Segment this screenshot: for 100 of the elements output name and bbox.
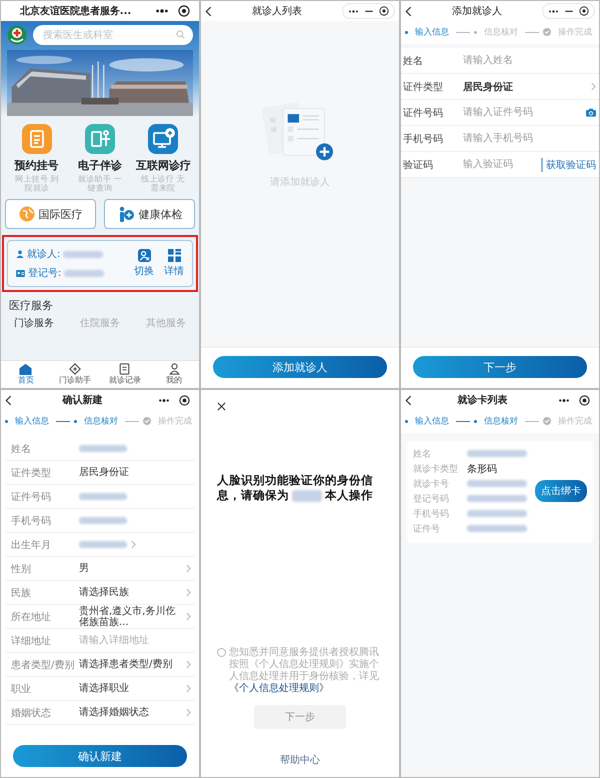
input-field[interactable]: 请输入手机号码: [463, 133, 596, 144]
field-label: 婚姻状态: [11, 706, 52, 720]
field-value: 条形码: [467, 462, 497, 476]
input-field[interactable]: 输入验证码: [463, 159, 537, 170]
consent-text: 您知悉并同意服务提供者授权腾讯按照《个人信息处理规则》实施个人信息处理并用于身份核验，详见 《个人信息处理规则》: [229, 647, 380, 695]
patient-card[interactable]: 就诊人: 登记号: 切换 详情: [7, 240, 193, 287]
logo-icon: [7, 25, 27, 45]
field-value[interactable]: 请选择民族: [79, 587, 182, 598]
tab-bar-item[interactable]: 我的: [150, 361, 199, 388]
user-icon: [16, 250, 24, 258]
service-title[interactable]: 预约挂号: [14, 158, 59, 173]
field-label: 手机号码: [413, 508, 450, 520]
patient-action[interactable]: 详情: [164, 249, 184, 278]
step-label: 输入信息: [415, 26, 449, 38]
tab-bar-item[interactable]: 首页: [1, 361, 50, 388]
field-label: 就诊人:: [27, 248, 60, 261]
field-value[interactable]: 请选择婚姻状态: [79, 707, 182, 718]
screen-title: 确认新建: [61, 393, 104, 407]
globe-icon: [18, 206, 34, 222]
step-label: 信息核对: [84, 416, 118, 427]
target-icon[interactable]: [179, 394, 190, 406]
patient-action[interactable]: 切换: [134, 249, 154, 278]
minimize-icon[interactable]: [365, 10, 373, 12]
person-swap-icon: [138, 249, 150, 262]
screen-title: 就诊卡列表: [456, 394, 508, 407]
help-center-link[interactable]: 帮助中心: [280, 753, 320, 767]
target-icon[interactable]: [379, 6, 389, 16]
tab-bar-item[interactable]: 门诊助手: [50, 361, 100, 388]
target-icon[interactable]: [579, 394, 590, 406]
field-label: 患者类型/费别: [11, 658, 75, 672]
field-label: 出生年月: [11, 538, 52, 552]
more-icon[interactable]: [548, 8, 559, 14]
field-label: 证件号: [413, 523, 441, 535]
step-label: 操作完成: [558, 26, 592, 38]
service-tab[interactable]: 门诊服务: [14, 315, 54, 331]
more-icon[interactable]: [348, 8, 359, 14]
field-label: 姓名: [403, 54, 424, 68]
input-field[interactable]: 请输入姓名: [463, 55, 596, 66]
minimize-icon[interactable]: [565, 10, 573, 12]
step-label: 输入信息: [15, 416, 49, 427]
section-title: 医疗服务: [8, 298, 54, 314]
field-label: 性别: [11, 562, 32, 576]
grid-icon: [168, 249, 180, 262]
id-card-icon: [16, 270, 25, 276]
close-icon[interactable]: [217, 402, 226, 411]
field-value[interactable]: 请选择患者类型/费别: [79, 659, 182, 670]
more-icon[interactable]: [158, 398, 170, 402]
person-icon: [168, 363, 180, 375]
add-patient-button[interactable]: 添加就诊人: [213, 356, 387, 378]
more-icon[interactable]: [558, 398, 570, 402]
step-label: 操作完成: [158, 415, 192, 427]
screen-title: 北京友谊医院患者服务...: [18, 4, 132, 18]
tab-bar-item[interactable]: 就诊记录: [100, 361, 150, 388]
field-label: 证件类型: [403, 80, 444, 94]
field-label: 证件号码: [11, 490, 52, 504]
get-code-link[interactable]: 获取验证码: [541, 158, 596, 172]
redacted-name: [292, 490, 322, 502]
step-label: 输入信息: [415, 416, 449, 427]
field-label: 所在地址: [11, 610, 52, 624]
field-label: 姓名: [11, 442, 32, 456]
rules-link[interactable]: 《个人信息处理规则》: [229, 683, 329, 694]
field-label: 登记号:: [28, 267, 62, 280]
back-icon[interactable]: [205, 6, 212, 16]
field-value: 居民身份证: [79, 467, 130, 478]
field-label: 登记号码: [413, 493, 450, 505]
select-field[interactable]: 居民身份证: [463, 80, 587, 94]
service-title[interactable]: 电子伴诊: [78, 158, 122, 173]
confirm-button[interactable]: 确认新建: [13, 745, 187, 767]
search-field[interactable]: 搜索医生或科室: [33, 25, 193, 45]
target-icon[interactable]: [178, 5, 190, 17]
screen-title: 添加就诊人: [451, 4, 503, 18]
step-label: 信息核对: [484, 416, 518, 427]
consent-radio[interactable]: [217, 648, 226, 657]
bind-card-button[interactable]: 点击绑卡: [535, 480, 587, 502]
back-icon[interactable]: [5, 394, 12, 406]
field-label: 手机号码: [11, 514, 52, 528]
feature-button[interactable]: 国际医疗: [5, 199, 96, 229]
field-value[interactable]: 请选择职业: [79, 683, 182, 694]
verify-heading: 人脸识别功能验证你的身份信息，请确保为 本人操作: [217, 473, 374, 503]
camera-icon[interactable]: [586, 108, 596, 117]
home-icon: [19, 364, 32, 374]
field-value[interactable]: 贵州省,遵义市,务川仡佬族苗族...: [79, 606, 182, 628]
field-value[interactable]: 男: [79, 563, 182, 574]
next-button[interactable]: 下一步: [413, 356, 587, 378]
monitor-icon[interactable]: [148, 124, 178, 154]
field-label: 验证码: [403, 158, 434, 172]
screen-title: 就诊人列表: [251, 4, 303, 18]
more-icon[interactable]: [155, 8, 169, 14]
back-icon[interactable]: [405, 394, 412, 406]
back-icon[interactable]: [405, 6, 412, 16]
step-label: 操作完成: [558, 415, 592, 427]
feature-button[interactable]: 健康体检: [104, 199, 195, 229]
diamond-plus-icon: [69, 363, 82, 375]
service-title[interactable]: 互联网诊疗: [136, 158, 191, 173]
input-field[interactable]: 请输入证件号码: [463, 107, 582, 118]
target-icon[interactable]: [579, 6, 589, 16]
search-icon: [176, 30, 185, 39]
step-label: 信息核对: [484, 26, 518, 38]
field-label: 职业: [11, 682, 32, 696]
field-label: 手机号码: [403, 132, 444, 146]
